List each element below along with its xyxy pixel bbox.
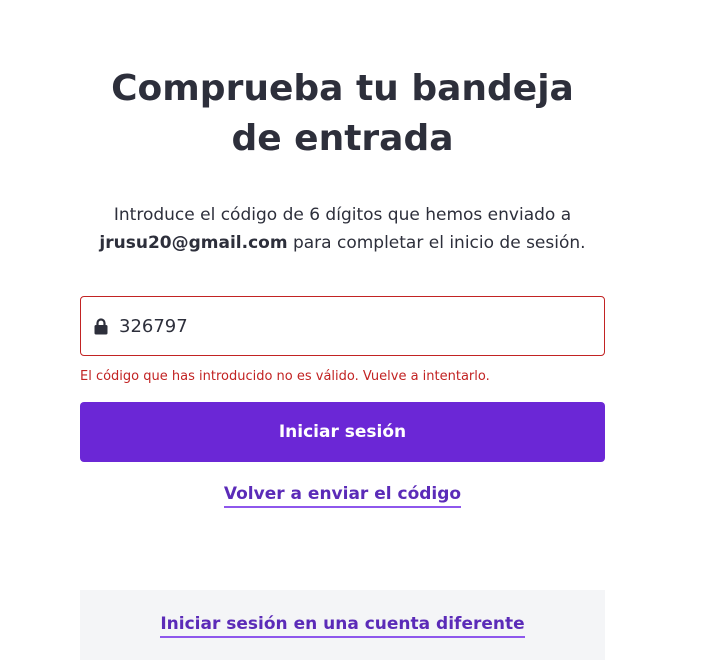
sign-in-button[interactable]: Iniciar sesión bbox=[80, 402, 605, 462]
instructions-text: Introduce el código de 6 dígitos que hem… bbox=[80, 201, 605, 257]
lock-icon bbox=[94, 318, 108, 335]
error-message: El código que has introducido no es váli… bbox=[80, 369, 490, 384]
recipient-email: jrusu20@gmail.com bbox=[99, 233, 288, 253]
instructions-suffix: para completar el inicio de sesión. bbox=[292, 233, 586, 253]
sign-in-different-account-link[interactable]: Iniciar sesión en una cuenta diferente bbox=[160, 614, 525, 638]
resend-code-container: Volver a enviar el código bbox=[80, 484, 605, 508]
verification-code-field[interactable] bbox=[80, 296, 605, 356]
alternate-account-panel: Iniciar sesión en una cuenta diferente bbox=[80, 590, 605, 660]
instructions-prefix: Introduce el código de 6 dígitos que hem… bbox=[113, 205, 572, 225]
verification-code-input[interactable] bbox=[119, 297, 589, 355]
alternate-account-container: Iniciar sesión en una cuenta diferente bbox=[80, 614, 605, 638]
resend-code-link[interactable]: Volver a enviar el código bbox=[223, 484, 462, 508]
page-title: Comprueba tu bandeja de entrada bbox=[111, 68, 574, 159]
